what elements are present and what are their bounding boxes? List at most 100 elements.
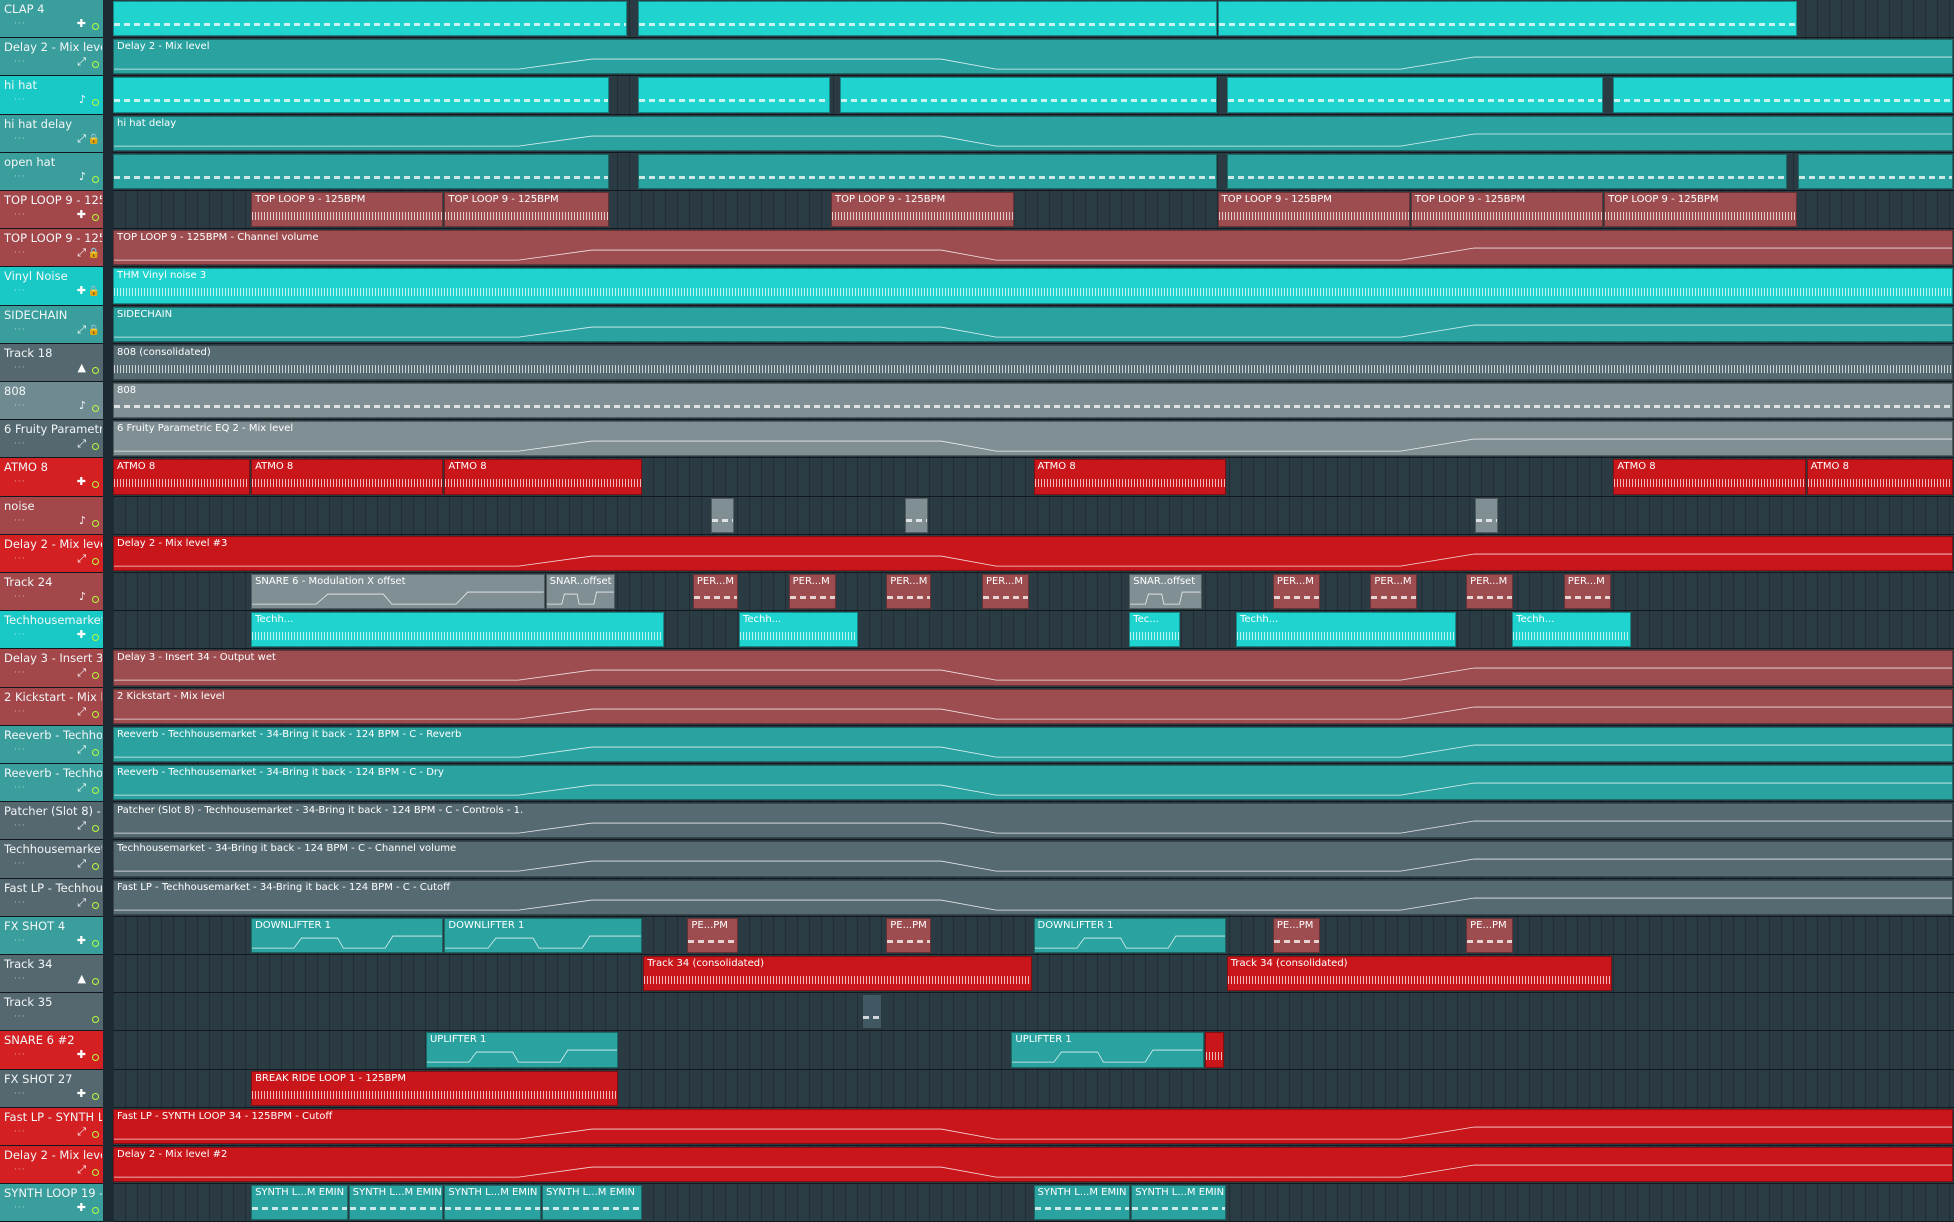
track-header[interactable]: Patcher (Slot 8) -... ··· ⤢: [0, 802, 103, 841]
track-grip-icon[interactable]: ···: [14, 974, 26, 984]
pattern-clip[interactable]: TOP LOOP 9 - 125BPM: [444, 192, 610, 228]
pattern-clip[interactable]: ATMO 8: [1613, 459, 1806, 495]
pattern-clip[interactable]: TOP LOOP 9 - 125BPM: [251, 192, 444, 228]
track-enable-led-icon[interactable]: [92, 481, 99, 489]
pattern-clip[interactable]: PE...PM: [687, 917, 738, 953]
automation-icon[interactable]: ⤢: [77, 1125, 86, 1139]
track-lane[interactable]: 2 Kickstart - Mix level: [113, 687, 1954, 726]
automation-icon[interactable]: ⤢: [77, 857, 86, 871]
automation-icon[interactable]: ⤢: [77, 55, 86, 69]
track-enable-led-icon[interactable]: [92, 787, 99, 794]
track-grip-icon[interactable]: ···: [14, 439, 26, 449]
lock-icon[interactable]: 🔒: [88, 134, 100, 145]
track-header[interactable]: 2 Kickstart - Mix le... ··· ⤢: [0, 687, 103, 726]
pattern-clip[interactable]: SYNTH L...M EMIN: [541, 1185, 643, 1221]
track-enable-led-icon[interactable]: [92, 596, 99, 603]
track-header[interactable]: Track 24 ··· ♪: [0, 573, 103, 612]
note-icon[interactable]: ♪: [79, 93, 86, 106]
track-enable-led-icon[interactable]: [92, 1092, 99, 1100]
pattern-plus-icon[interactable]: ✚: [77, 1201, 86, 1214]
track-lane[interactable]: [113, 152, 1954, 191]
automation-icon[interactable]: ⤢: [77, 666, 86, 680]
track-enable-led-icon[interactable]: [92, 405, 99, 412]
pattern-clip[interactable]: SYNTH L...M EMIN: [251, 1185, 348, 1221]
automation-icon[interactable]: ⤢: [77, 246, 86, 260]
pattern-clip[interactable]: BREAK RIDE LOOP 1 - 125BPM: [251, 1070, 619, 1106]
pattern-plus-icon[interactable]: ✚: [77, 1048, 86, 1061]
pattern-clip[interactable]: PER...M: [1272, 574, 1320, 610]
track-header[interactable]: ATMO 8 ··· ✚: [0, 458, 103, 497]
pattern-clip[interactable]: [840, 77, 1217, 113]
track-grip-icon[interactable]: ···: [14, 745, 26, 755]
track-lane[interactable]: [113, 496, 1954, 535]
track-grip-icon[interactable]: ···: [14, 516, 26, 526]
pattern-clip[interactable]: PE...PM: [1272, 917, 1320, 953]
track-lane[interactable]: Reeverb - Techhousemarket - 34-Bring it …: [113, 725, 1954, 764]
automation-clip[interactable]: 2 Kickstart - Mix level: [113, 688, 1953, 724]
track-grip-icon[interactable]: ···: [14, 210, 26, 220]
pattern-clip[interactable]: ATMO 8: [1033, 459, 1226, 495]
track-header[interactable]: Fast LP - SYNTH LO... ··· ⤢: [0, 1107, 103, 1146]
track-enable-led-icon[interactable]: [92, 634, 99, 642]
track-header[interactable]: 6 Fruity Parametri... ··· ⤢: [0, 420, 103, 459]
pattern-clip[interactable]: [1475, 497, 1499, 533]
track-lane[interactable]: TOP LOOP 9 - 125BPM TOP LOOP 9 - 125BPM TO…: [113, 191, 1954, 230]
automation-clip[interactable]: Reeverb - Techhousemarket - 34-Bring it …: [113, 726, 1953, 762]
track-lane[interactable]: THM Vinyl noise 3: [113, 267, 1954, 306]
track-grip-icon[interactable]: ···: [14, 1050, 26, 1060]
pattern-clip[interactable]: [1204, 1032, 1224, 1068]
track-header[interactable]: FX SHOT 27 ··· ✚: [0, 1069, 103, 1108]
track-enable-led-icon[interactable]: [92, 1169, 99, 1176]
automation-clip[interactable]: TOP LOOP 9 - 125BPM - Channel volume: [113, 230, 1953, 266]
pattern-clip[interactable]: Techh...: [1512, 612, 1631, 648]
pattern-clip[interactable]: [637, 1, 1217, 37]
pattern-clip[interactable]: Track 34 (consolidated): [1226, 956, 1613, 992]
track-lane[interactable]: Delay 3 - Insert 34 - Output wet: [113, 649, 1954, 688]
track-lane[interactable]: Fast LP - Techhousemarket - 34-Bring it …: [113, 878, 1954, 917]
track-lane[interactable]: [113, 0, 1954, 39]
automation-clip[interactable]: Delay 2 - Mix level #2: [113, 1147, 1953, 1183]
track-enable-led-icon[interactable]: [92, 1054, 99, 1062]
automation-icon[interactable]: ⤢: [77, 323, 86, 337]
collapse-icon[interactable]: ▲: [78, 361, 86, 374]
automation-clip[interactable]: SIDECHAIN: [113, 306, 1953, 342]
track-lane[interactable]: DOWNLIFTER 1 DOWNLIFTER 1 PE...PM PE...PM DO…: [113, 916, 1954, 955]
automation-clip[interactable]: Fast LP - SYNTH LOOP 34 - 125BPM - Cutof…: [113, 1108, 1953, 1144]
pattern-clip[interactable]: [904, 497, 928, 533]
track-header[interactable]: 808 ··· ♪: [0, 382, 103, 421]
track-lane[interactable]: SIDECHAIN: [113, 305, 1954, 344]
pattern-clip[interactable]: [711, 497, 735, 533]
track-grip-icon[interactable]: ···: [14, 592, 26, 602]
pattern-clip[interactable]: TOP LOOP 9 - 125BPM: [1217, 192, 1410, 228]
track-grip-icon[interactable]: ···: [14, 95, 26, 105]
track-header[interactable]: SYNTH LOOP 19 - 1... ··· ✚: [0, 1184, 103, 1222]
pattern-plus-icon[interactable]: ✚: [77, 208, 86, 221]
track-grip-icon[interactable]: ···: [14, 477, 26, 487]
track-enable-led-icon[interactable]: [92, 519, 99, 527]
track-enable-led-icon[interactable]: [92, 710, 99, 718]
track-lane[interactable]: BREAK RIDE LOOP 1 - 125BPM: [113, 1069, 1954, 1108]
lock-icon[interactable]: 🔒: [88, 248, 100, 259]
automation-icon[interactable]: ⤢: [77, 1163, 86, 1177]
automation-clip[interactable]: DOWNLIFTER 1: [444, 917, 643, 953]
pattern-clip[interactable]: PE...PM: [886, 917, 932, 953]
track-header[interactable]: Fast LP - Techhou... ··· ⤢: [0, 878, 103, 917]
pattern-clip[interactable]: [862, 994, 882, 1030]
automation-icon[interactable]: ⤢: [77, 819, 86, 833]
track-grip-icon[interactable]: ···: [14, 363, 26, 373]
track-lane[interactable]: Delay 2 - Mix level #2: [113, 1146, 1954, 1185]
pattern-clip[interactable]: THM Vinyl noise 3: [113, 268, 1953, 304]
track-enable-led-icon[interactable]: [92, 443, 99, 451]
collapse-icon[interactable]: ▲: [78, 972, 86, 985]
track-lane[interactable]: Techh... Techh... Tec... Techh... Techh...: [113, 611, 1954, 650]
track-lane[interactable]: 6 Fruity Parametric EQ 2 - Mix level: [113, 420, 1954, 459]
track-grip-icon[interactable]: ···: [14, 1165, 26, 1175]
pattern-clip[interactable]: SYNTH L...M EMIN: [444, 1185, 541, 1221]
track-grip-icon[interactable]: ···: [14, 936, 26, 946]
track-header[interactable]: Delay 2 - Mix level... ··· ⤢: [0, 534, 103, 573]
track-enable-led-icon[interactable]: [92, 557, 99, 565]
track-grip-icon[interactable]: ···: [14, 707, 26, 717]
track-lane[interactable]: SYNTH L...M EMIN SYNTH L...M EMIN SYNTH L.…: [113, 1184, 1954, 1222]
pattern-plus-icon[interactable]: ✚: [77, 628, 86, 641]
track-enable-led-icon[interactable]: [92, 366, 99, 374]
